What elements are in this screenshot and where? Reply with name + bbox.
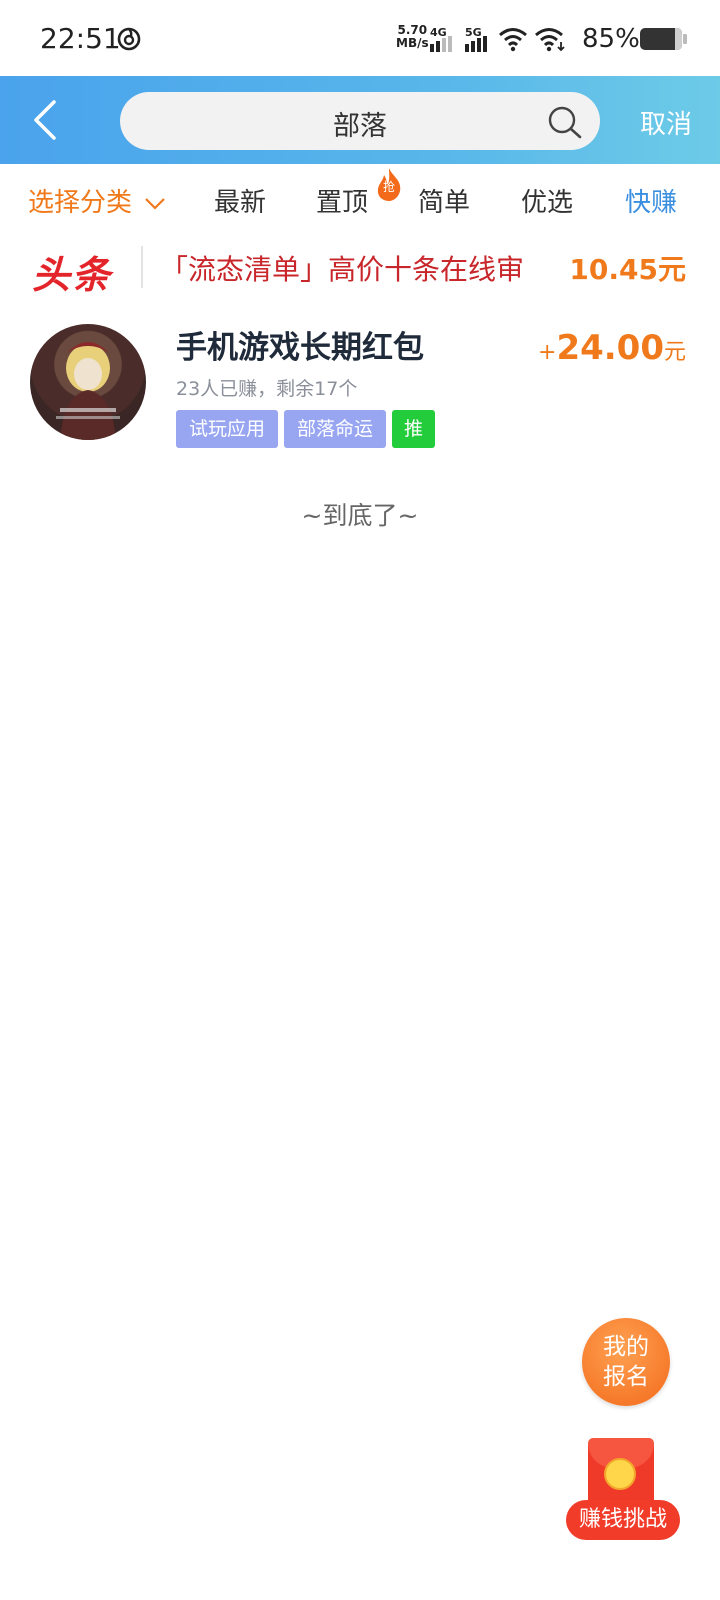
battery-icon (640, 28, 687, 50)
tab-quick-earn[interactable]: 快赚 (625, 182, 677, 219)
netease-music-icon (117, 27, 141, 51)
earn-challenge-label: 赚钱挑战 (566, 1500, 680, 1540)
tag-recommended: 推 (392, 410, 435, 448)
end-of-list-text: ~到底了~ (301, 501, 419, 530)
category-label: 选择分类 (28, 188, 133, 218)
wifi-icon (499, 28, 527, 52)
task-title: 手机游戏长期红包 (176, 330, 424, 366)
filter-tabs: 选择分类 最新 置顶 简单 优选 快赚 (0, 164, 720, 236)
tab-featured[interactable]: 优选 (521, 182, 573, 219)
task-avatar (30, 324, 146, 440)
divider (141, 246, 143, 288)
headline-logo: 头条 (32, 253, 113, 297)
pinned-badge: 抢 (382, 180, 395, 194)
my-signup-label-1: 我的 (603, 1334, 649, 1360)
tab-newest[interactable]: 最新 (214, 182, 266, 219)
my-signup-button[interactable]: 我的 报名 (582, 1318, 670, 1406)
headline-amount: 10.45元 (569, 253, 686, 286)
list-item[interactable]: 手机游戏长期红包 23人已赚，剩余17个 试玩应用 部落命运 推 +24.00元 (0, 318, 720, 458)
search-header: 部落 取消 (0, 76, 720, 164)
task-stats: 23人已赚，剩余17个 (176, 378, 358, 400)
signal-icon (465, 36, 487, 52)
tag-trial-app: 试玩应用 (176, 410, 278, 448)
battery-percent: 85% (582, 24, 640, 54)
task-reward: +24.00元 (538, 328, 686, 368)
back-arrow-icon[interactable] (26, 96, 66, 144)
tab-simple[interactable]: 简单 (418, 182, 470, 219)
category-selector[interactable]: 选择分类 (28, 182, 166, 219)
search-query: 部落 (333, 111, 387, 142)
search-input[interactable]: 部落 (120, 92, 600, 150)
cancel-button[interactable]: 取消 (640, 104, 692, 141)
status-bar: 22:51 5.70 MB/s 4G 5G 85% (0, 0, 720, 76)
earn-challenge-button[interactable]: 赚钱挑战 (566, 1436, 680, 1542)
search-icon[interactable] (546, 104, 584, 142)
signal-icon (430, 36, 452, 52)
status-time: 22:51 (40, 22, 121, 55)
wifi-icon (535, 28, 565, 52)
chevron-down-icon (145, 197, 166, 210)
net-speed: 5.70 MB/s (396, 23, 429, 50)
my-signup-label-2: 报名 (603, 1364, 649, 1390)
headline-text: 「流态清单」高价十条在线审 (160, 253, 525, 286)
tab-pinned[interactable]: 置顶 (316, 182, 368, 219)
coin-icon (604, 1458, 636, 1490)
headline-banner[interactable]: 头条 「流态清单」高价十条在线审 10.45元 (0, 236, 720, 302)
tag-game-name: 部落命运 (284, 410, 386, 448)
